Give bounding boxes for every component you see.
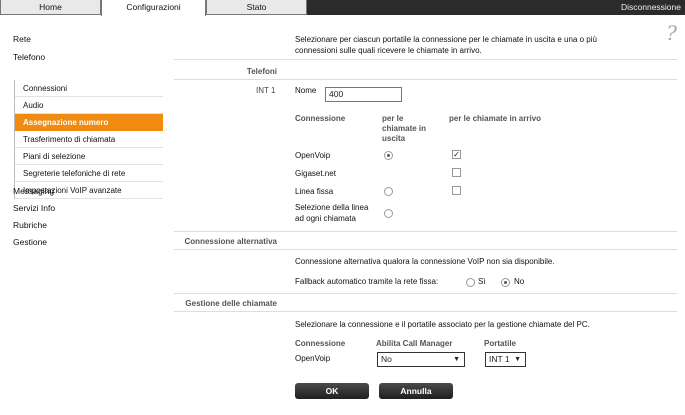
header-connessione: Connessione bbox=[295, 114, 346, 123]
sidebar-sub-audio[interactable]: Audio bbox=[15, 97, 163, 114]
outgoing-radio-openvoip[interactable] bbox=[384, 151, 393, 160]
section-label-telefoni: Telefoni bbox=[246, 67, 277, 76]
divider bbox=[174, 79, 677, 80]
sidebar-submenu-telefono: Connessioni Audio Assegnazione numero Tr… bbox=[14, 80, 163, 199]
sidebar-item-gestione[interactable]: Gestione bbox=[13, 237, 47, 247]
outgoing-radio-selezione-linea[interactable] bbox=[384, 209, 393, 218]
divider bbox=[174, 59, 677, 60]
nome-label: Nome bbox=[295, 86, 317, 95]
call-manager-select[interactable]: No ▼ bbox=[377, 352, 465, 367]
header-chiamate-arrivo: per le chiamate in arrivo bbox=[449, 114, 542, 123]
sidebar-item-rete[interactable]: Rete bbox=[13, 34, 31, 44]
sidebar: Rete Telefono Connessioni Audio Assegnaz… bbox=[0, 15, 163, 415]
header-uscita: uscita bbox=[382, 134, 406, 143]
nome-input[interactable]: 400 bbox=[325, 87, 402, 102]
connection-name-linea-fissa: Linea fissa bbox=[295, 187, 334, 196]
sidebar-sub-connessioni[interactable]: Connessioni bbox=[15, 80, 163, 97]
divider bbox=[174, 231, 677, 232]
help-icon[interactable]: ? bbox=[666, 21, 677, 45]
incoming-checkbox-gigaset[interactable] bbox=[452, 168, 461, 177]
section-label-connessione-alternativa: Connessione alternativa bbox=[184, 237, 277, 246]
divider bbox=[174, 311, 677, 312]
tab-stato[interactable]: Stato bbox=[206, 0, 307, 15]
dropdown-arrow-icon: ▼ bbox=[453, 356, 460, 363]
fallback-label-si: Sì bbox=[478, 277, 486, 286]
incoming-checkbox-openvoip[interactable]: ✓ bbox=[452, 150, 461, 159]
call-mgmt-connection-openvoip: OpenVoip bbox=[295, 354, 331, 363]
sidebar-item-rubriche[interactable]: Rubriche bbox=[13, 220, 47, 230]
divider bbox=[174, 249, 677, 250]
header-portatile: Portatile bbox=[484, 339, 517, 348]
header-abilita-call-manager: Abilita Call Manager bbox=[376, 339, 453, 348]
section-label-gestione-chiamate: Gestione delle chiamate bbox=[185, 299, 277, 308]
sidebar-item-servizi-info[interactable]: Servizi Info bbox=[13, 203, 55, 213]
intro-text-line-1: Selezionare per ciascun portatile la con… bbox=[295, 35, 597, 44]
tab-configurazioni[interactable]: Configurazioni bbox=[101, 0, 206, 16]
fallback-radio-no[interactable] bbox=[501, 278, 510, 287]
connection-name-openvoip: OpenVoip bbox=[295, 151, 331, 160]
sidebar-sub-trasferimento[interactable]: Trasferimento di chiamata bbox=[15, 131, 163, 148]
call-mgmt-text: Selezionare la connessione e il portatil… bbox=[295, 320, 590, 329]
logout-link[interactable]: Disconnessione bbox=[621, 0, 681, 14]
alt-connection-text: Connessione alternativa qualora la conne… bbox=[295, 257, 555, 266]
divider bbox=[174, 293, 677, 294]
top-navigation-bar: Home Configurazioni Stato Disconnessione bbox=[0, 0, 685, 16]
dropdown-arrow-icon: ▼ bbox=[514, 356, 521, 363]
fallback-label-no: No bbox=[514, 277, 525, 286]
sidebar-sub-segreterie[interactable]: Segreterie telefoniche di rete bbox=[15, 165, 163, 182]
connection-name-gigaset: Gigaset.net bbox=[295, 169, 336, 178]
call-manager-selected-value: No bbox=[381, 354, 392, 364]
sidebar-sub-piani-selezione[interactable]: Piani di selezione bbox=[15, 148, 163, 165]
cancel-button[interactable]: Annulla bbox=[379, 383, 453, 399]
portatile-selected-value: INT 1 bbox=[489, 354, 510, 364]
main-content: ? Selezionare per ciascun portatile la c… bbox=[162, 15, 685, 415]
portatile-select[interactable]: INT 1 ▼ bbox=[485, 352, 526, 367]
connection-name-selezione-line-2: ad ogni chiamata bbox=[295, 214, 356, 223]
sidebar-item-messaging[interactable]: Messaging bbox=[13, 186, 54, 196]
header-connessione-cm: Connessione bbox=[295, 339, 346, 348]
tab-home[interactable]: Home bbox=[0, 0, 101, 15]
intro-text-line-2: connessioni sulle quali ricevere le chia… bbox=[295, 46, 482, 55]
header-per-le: per le bbox=[382, 114, 404, 123]
handset-label: INT 1 bbox=[256, 86, 276, 95]
fallback-label: Fallback automatico tramite la rete fiss… bbox=[295, 277, 439, 286]
sidebar-sub-assegnazione-numero[interactable]: Assegnazione numero bbox=[15, 114, 163, 131]
sidebar-item-telefono[interactable]: Telefono bbox=[13, 52, 45, 62]
fallback-radio-si[interactable] bbox=[466, 278, 475, 287]
header-chiamate-in: chiamate in bbox=[382, 124, 427, 133]
ok-button[interactable]: OK bbox=[295, 383, 369, 399]
outgoing-radio-linea-fissa[interactable] bbox=[384, 187, 393, 196]
connection-name-selezione-line-1: Selezione della linea bbox=[295, 203, 369, 212]
incoming-checkbox-linea-fissa[interactable] bbox=[452, 186, 461, 195]
